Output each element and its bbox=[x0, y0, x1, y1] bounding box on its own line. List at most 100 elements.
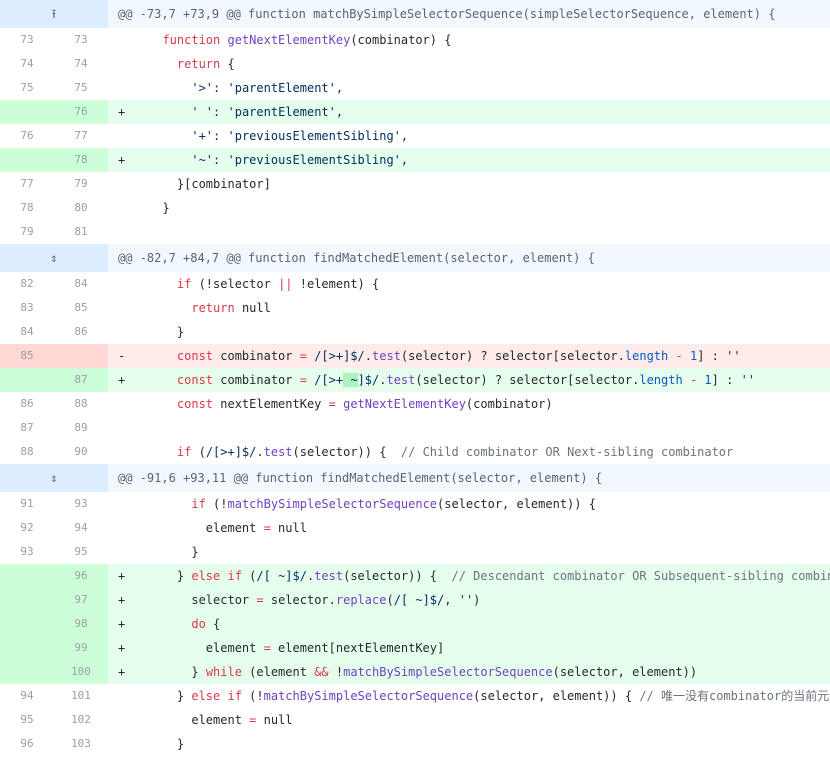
code-token: null bbox=[234, 301, 271, 315]
old-line-number[interactable]: 83 bbox=[0, 296, 54, 320]
code-token: if bbox=[191, 497, 206, 511]
old-line-number[interactable]: 82 bbox=[0, 272, 54, 296]
diff-marker bbox=[118, 172, 148, 196]
new-line-number[interactable]: 86 bbox=[54, 320, 108, 344]
new-line-number[interactable]: 95 bbox=[54, 540, 108, 564]
new-line-number[interactable]: 74 bbox=[54, 52, 108, 76]
code-token: (selector, element)) { bbox=[437, 497, 596, 511]
new-line-number[interactable]: 93 bbox=[54, 492, 108, 516]
code-token: (!selector bbox=[191, 277, 279, 291]
old-line-number[interactable] bbox=[0, 100, 54, 124]
code-line: function getNextElementKey(combinator) { bbox=[108, 28, 830, 52]
new-line-number[interactable]: 100 bbox=[54, 660, 108, 684]
old-line-number[interactable]: 87 bbox=[0, 416, 54, 440]
old-line-number[interactable] bbox=[0, 636, 54, 660]
new-line-number[interactable]: 73 bbox=[54, 28, 108, 52]
expand-up-icon[interactable]: ⭱ bbox=[52, 0, 56, 28]
context-line: 88 90 if (/[>+]$/.test(selector)) { // Ch… bbox=[0, 440, 830, 464]
context-line: 94 101 } else if (!matchBySimpleSelectorS… bbox=[0, 684, 830, 708]
old-line-number[interactable]: 93 bbox=[0, 540, 54, 564]
old-line-number[interactable]: 94 bbox=[0, 684, 54, 708]
new-line-number[interactable]: 89 bbox=[54, 416, 108, 440]
old-line-number[interactable]: 95 bbox=[0, 708, 54, 732]
new-line-number[interactable]: 96 bbox=[54, 564, 108, 588]
new-line-number[interactable]: 81 bbox=[54, 220, 108, 244]
new-line-number[interactable]: 102 bbox=[54, 708, 108, 732]
expand-icon[interactable]: ⇕ bbox=[50, 464, 57, 492]
code-token: do bbox=[191, 617, 206, 631]
old-line-number[interactable]: 78 bbox=[0, 196, 54, 220]
code-token: '+' bbox=[191, 129, 214, 143]
new-line-number[interactable]: 78 bbox=[54, 148, 108, 172]
added-line: 97 + selector = selector.replace(/[ ~]$/,… bbox=[0, 588, 830, 612]
code-token: (combinator) { bbox=[350, 33, 452, 47]
new-line-number[interactable]: 87 bbox=[54, 368, 108, 392]
code-line: element = null bbox=[108, 708, 830, 732]
code-token: ! bbox=[328, 665, 344, 679]
old-line-number[interactable]: 79 bbox=[0, 220, 54, 244]
context-line: 91 93 if (!matchBySimpleSelectorSequence(… bbox=[0, 492, 830, 516]
new-line-number[interactable]: 97 bbox=[54, 588, 108, 612]
new-line-number[interactable]: 99 bbox=[54, 636, 108, 660]
old-line-number[interactable] bbox=[0, 148, 54, 172]
new-line-number[interactable] bbox=[54, 344, 108, 368]
old-line-number[interactable]: 76 bbox=[0, 124, 54, 148]
expand-button[interactable]: ⭱ bbox=[0, 0, 108, 28]
code-token: = bbox=[263, 521, 271, 535]
expand-icon[interactable]: ⇕ bbox=[50, 244, 57, 272]
old-line-number[interactable]: 85 bbox=[0, 344, 54, 368]
new-line-number[interactable]: 79 bbox=[54, 172, 108, 196]
added-line: 87 + const combinator = /[>+ ~]$/.test(se… bbox=[0, 368, 830, 392]
old-line-number[interactable]: 77 bbox=[0, 172, 54, 196]
new-line-number[interactable]: 75 bbox=[54, 76, 108, 100]
code-token: /[>+]$/ bbox=[314, 349, 365, 363]
new-line-number[interactable]: 94 bbox=[54, 516, 108, 540]
old-line-number[interactable]: 86 bbox=[0, 392, 54, 416]
code-line: return { bbox=[108, 52, 830, 76]
new-line-number[interactable]: 77 bbox=[54, 124, 108, 148]
new-line-number[interactable]: 84 bbox=[54, 272, 108, 296]
old-line-number[interactable] bbox=[0, 612, 54, 636]
code-line: + do { bbox=[108, 612, 830, 636]
new-line-number[interactable]: 88 bbox=[54, 392, 108, 416]
new-line-number[interactable]: 103 bbox=[54, 732, 108, 756]
old-line-number[interactable]: 84 bbox=[0, 320, 54, 344]
code-token: ] : bbox=[697, 349, 727, 363]
new-line-number[interactable]: 76 bbox=[54, 100, 108, 124]
code-token: else if bbox=[191, 569, 242, 583]
code-token: null bbox=[270, 521, 307, 535]
context-line: 87 89 bbox=[0, 416, 830, 440]
expand-button[interactable]: ⇕ bbox=[0, 244, 108, 272]
code-token: (combinator) bbox=[465, 397, 553, 411]
context-line: 93 95 } bbox=[0, 540, 830, 564]
code-token: combinator bbox=[213, 349, 300, 363]
old-line-number[interactable]: 96 bbox=[0, 732, 54, 756]
code-line bbox=[108, 220, 830, 244]
old-line-number[interactable] bbox=[0, 368, 54, 392]
code-token: function bbox=[162, 33, 228, 47]
diff-marker bbox=[118, 28, 148, 52]
diff-marker bbox=[118, 708, 148, 732]
expand-button[interactable]: ⇕ bbox=[0, 464, 108, 492]
old-line-number[interactable]: 74 bbox=[0, 52, 54, 76]
new-line-number[interactable]: 80 bbox=[54, 196, 108, 220]
new-line-number[interactable]: 101 bbox=[54, 684, 108, 708]
new-line-number[interactable]: 90 bbox=[54, 440, 108, 464]
old-line-number[interactable]: 75 bbox=[0, 76, 54, 100]
code-token: const bbox=[176, 349, 214, 363]
old-line-number[interactable] bbox=[0, 588, 54, 612]
old-line-number[interactable] bbox=[0, 564, 54, 588]
new-line-number[interactable]: 98 bbox=[54, 612, 108, 636]
code-token: element bbox=[205, 641, 264, 655]
old-line-number[interactable] bbox=[0, 660, 54, 684]
old-line-number[interactable]: 91 bbox=[0, 492, 54, 516]
new-line-number[interactable]: 85 bbox=[54, 296, 108, 320]
old-line-number[interactable]: 88 bbox=[0, 440, 54, 464]
old-line-number[interactable]: 92 bbox=[0, 516, 54, 540]
old-line-number[interactable]: 73 bbox=[0, 28, 54, 52]
